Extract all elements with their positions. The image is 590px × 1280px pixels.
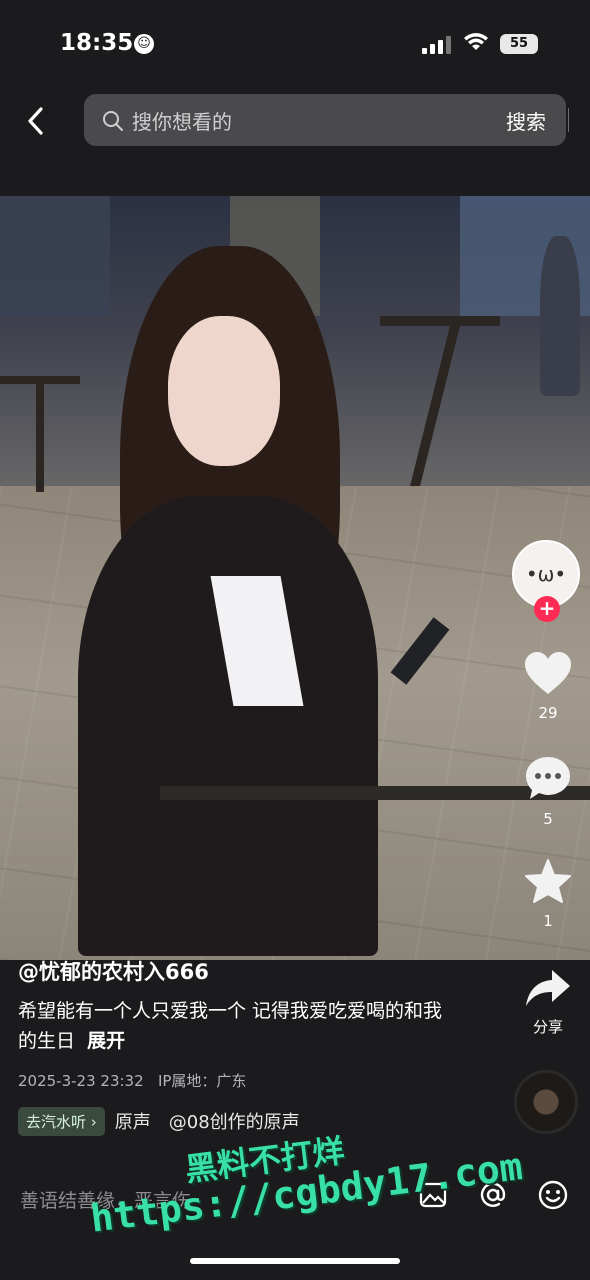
comment-button[interactable]: 5 xyxy=(508,754,588,828)
share-label: 分享 xyxy=(532,1018,563,1036)
status-bar: 18:35 ☺ 55 xyxy=(0,0,590,86)
search-icon xyxy=(103,111,123,131)
post-date: 2025-3-23 23:32 xyxy=(18,1072,144,1090)
heart-icon xyxy=(525,652,571,694)
cafe-table-leg xyxy=(36,382,44,492)
favorite-button[interactable]: 1 xyxy=(508,858,588,930)
like-button[interactable]: 29 xyxy=(508,650,588,722)
author-avatar-group[interactable]: •ω• + xyxy=(510,540,582,628)
description-text: 希望能有一个人只爱我一个 记得我爱吃爱喝的和我的生日 xyxy=(18,1000,443,1052)
search-button[interactable]: 搜索 xyxy=(506,106,546,135)
share-button[interactable]: 分享 xyxy=(508,968,588,1037)
smiley-icon: ☺ xyxy=(134,34,154,54)
author-name[interactable]: @忧郁的农村入666 xyxy=(18,956,209,986)
cellular-signal-icon xyxy=(422,36,452,54)
comment-icon xyxy=(526,757,570,799)
emoji-button[interactable] xyxy=(536,1178,570,1212)
open-qishui-button[interactable]: 去汽水听 › xyxy=(18,1106,105,1136)
wifi-icon xyxy=(464,33,488,50)
music-disc[interactable] xyxy=(514,1070,578,1134)
post-meta: 2025-3-23 23:32 IP属地：广东 xyxy=(18,1070,246,1091)
video-frame[interactable] xyxy=(0,196,590,960)
background-building xyxy=(0,196,110,316)
back-button[interactable] xyxy=(20,104,50,138)
expand-button[interactable]: 展开 xyxy=(87,1030,125,1052)
at-icon xyxy=(480,1182,506,1207)
image-button[interactable] xyxy=(416,1178,450,1212)
follow-plus-icon[interactable]: + xyxy=(534,596,560,622)
comment-count: 5 xyxy=(543,810,553,828)
share-arrow-icon xyxy=(526,970,570,1006)
status-time: 18:35 xyxy=(60,30,134,56)
chevron-left-icon xyxy=(28,107,43,135)
image-icon xyxy=(419,1182,447,1208)
mention-button[interactable] xyxy=(476,1178,510,1212)
music-track[interactable]: 原声 @08创作的原声 xyxy=(115,1108,300,1134)
comment-input[interactable]: 善语结善缘，恶言伤 xyxy=(20,1186,191,1213)
ip-location: IP属地：广东 xyxy=(157,1072,247,1090)
favorite-count: 1 xyxy=(543,912,553,930)
bench-leg xyxy=(410,326,460,486)
bench xyxy=(380,316,500,326)
subject-body xyxy=(78,496,378,956)
subject-face xyxy=(168,316,280,466)
video-description: 希望能有一个人只爱我一个 记得我爱吃爱喝的和我的生日 展开 xyxy=(18,996,448,1056)
emoji-icon xyxy=(538,1180,568,1210)
divider xyxy=(568,108,569,132)
star-icon xyxy=(525,859,571,903)
search-bar[interactable]: 搜你想看的 搜索 xyxy=(84,94,569,146)
home-indicator[interactable] xyxy=(190,1258,400,1264)
passerby xyxy=(540,236,580,396)
like-count: 29 xyxy=(538,704,558,722)
music-row: 去汽水听 › 原声 @08创作的原声 xyxy=(18,1106,300,1136)
battery-indicator: 55 xyxy=(500,34,538,54)
search-input[interactable]: 搜你想看的 xyxy=(132,106,232,135)
